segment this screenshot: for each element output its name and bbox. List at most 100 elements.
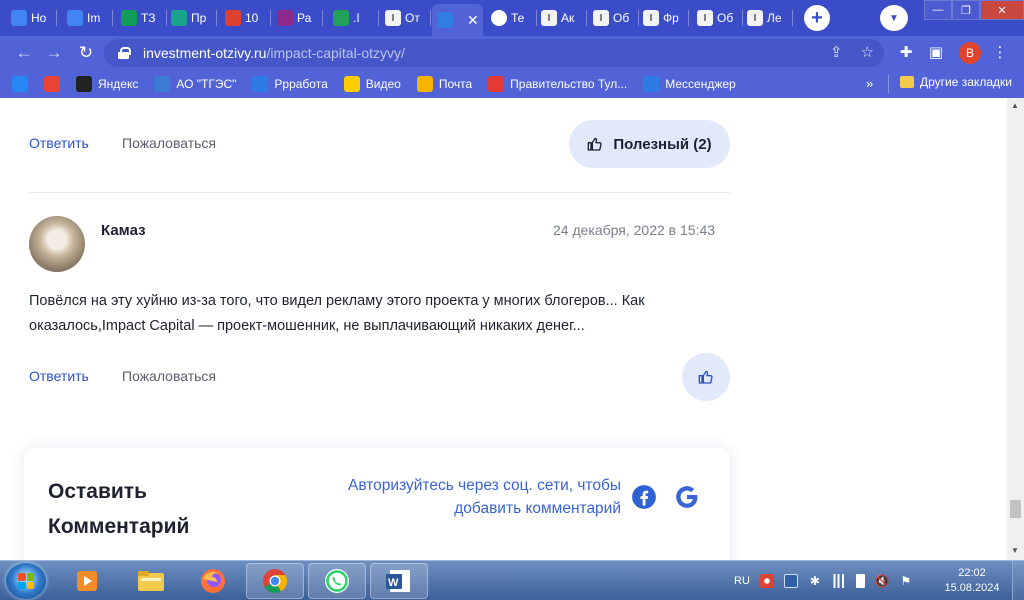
bookmark-label: Мессенджер [665, 77, 736, 91]
scroll-down-icon[interactable]: ▼ [1011, 546, 1019, 555]
back-button[interactable]: ← [14, 43, 34, 63]
m-icon [171, 10, 187, 26]
tab[interactable]: I Об [588, 6, 639, 30]
google-icon[interactable] [674, 484, 700, 510]
action-center-flag-icon[interactable]: ⚑ [899, 574, 913, 588]
bookmark-star-icon[interactable]: ☆ [861, 43, 874, 61]
explorer-icon[interactable] [122, 563, 180, 599]
tab[interactable]: I Фр [638, 6, 689, 30]
tab-label: Об [613, 11, 630, 25]
tab-separator [430, 10, 431, 26]
complain-link[interactable]: Пожаловаться [122, 135, 216, 151]
i-icon: I [541, 10, 557, 26]
word-icon[interactable]: W [370, 563, 428, 599]
tab[interactable]: I Об [692, 6, 743, 30]
bookmarks-overflow-button[interactable]: » [866, 76, 873, 91]
profile-avatar[interactable]: B [959, 42, 981, 64]
tab[interactable]: ТЗ [116, 6, 167, 30]
extensions-icon[interactable]: ✚ [896, 43, 916, 63]
scrollbar-thumb[interactable] [1010, 500, 1021, 518]
useful-button[interactable]: Полезный (2) [569, 120, 730, 168]
bookmark-item[interactable]: Мессенджер [643, 76, 736, 92]
firefox-icon[interactable] [184, 563, 242, 599]
bluetooth-icon[interactable]: ✱ [808, 574, 822, 588]
tab[interactable]: ✕ [432, 4, 483, 36]
tab-label: Im [87, 11, 101, 25]
tab[interactable]: 10 [220, 6, 271, 30]
tab[interactable]: Пр [166, 6, 217, 30]
url-path: /impact-capital-otzyvy/ [266, 45, 405, 61]
clock-time: 22:02 [958, 567, 986, 579]
tab-label: Ак [561, 11, 575, 25]
other-bookmarks-button[interactable]: Другие закладки [900, 75, 1012, 89]
bookmark-label: Ррработа [274, 77, 328, 91]
lock-icon[interactable] [118, 47, 131, 59]
reply-link[interactable]: Ответить [29, 135, 89, 151]
bookmark-item[interactable] [12, 76, 28, 92]
menu-icon[interactable]: ⋮ [990, 43, 1010, 63]
scroll-up-icon[interactable]: ▲ [1011, 101, 1019, 110]
page-scrollbar[interactable]: ▲ ▼ [1007, 98, 1024, 560]
new-tab-button[interactable]: + [804, 5, 830, 31]
chat-icon [252, 76, 269, 92]
thumbs-up-icon [588, 137, 602, 151]
play-icon [343, 76, 360, 92]
battery-icon[interactable] [855, 574, 865, 588]
i-icon: I [593, 10, 609, 26]
tab[interactable]: I От [380, 6, 431, 30]
social-auth-line: Авторизуйтесь через соц. сети, чтобы [348, 477, 621, 494]
bookmark-item[interactable]: Яндекс [76, 76, 138, 92]
minimize-button[interactable]: — [924, 0, 952, 20]
comment-text: Повёлся на эту хуйню из-за того, что вид… [29, 289, 729, 339]
tab[interactable]: I Ле [742, 6, 793, 30]
language-indicator[interactable]: RU [734, 575, 750, 587]
bookmark-item[interactable]: Видео [343, 76, 401, 92]
like-button[interactable] [682, 353, 730, 401]
close-tab-icon[interactable]: ✕ [467, 12, 479, 29]
chrome-icon[interactable] [246, 563, 304, 599]
clock[interactable]: 22:02 15.08.2024 [942, 566, 1002, 596]
gmail-icon [44, 76, 60, 92]
complain-link[interactable]: Пожаловаться [122, 368, 216, 384]
bookmark-item[interactable]: Ррработа [252, 76, 328, 92]
bookmark-item[interactable] [44, 76, 60, 92]
leave-comment-title-line: Оставить [48, 480, 147, 503]
restore-button[interactable]: ❐ [952, 0, 980, 20]
facebook-icon[interactable] [631, 484, 657, 510]
reload-button[interactable]: ↻ [76, 43, 96, 63]
avatar [29, 216, 85, 272]
start-button[interactable] [6, 563, 46, 599]
network-adapter-icon[interactable] [783, 574, 798, 588]
tab-label: Но [31, 11, 47, 25]
media-player-icon[interactable] [58, 563, 116, 599]
leave-comment-title: Оставить Комментарий [48, 474, 248, 544]
chrome-tray-icon[interactable] [759, 574, 774, 588]
tab-search-button[interactable]: ▼ [880, 5, 908, 31]
address-bar[interactable]: investment-otzivy.ru/impact-capital-otzy… [104, 39, 884, 67]
tab-separator [586, 10, 587, 26]
show-desktop-button[interactable] [1012, 561, 1024, 600]
tab[interactable]: Но [6, 6, 57, 30]
side-panel-icon[interactable]: ▣ [926, 43, 946, 63]
bookmark-item[interactable]: Почта [416, 76, 473, 92]
tab[interactable]: I Ак [536, 6, 587, 30]
reply-link[interactable]: Ответить [29, 368, 89, 384]
share-icon[interactable]: ⇪ [830, 43, 843, 61]
c-icon [225, 10, 241, 26]
tab[interactable]: Ра [272, 6, 323, 30]
close-window-button[interactable]: ✕ [980, 0, 1024, 20]
whatsapp-icon[interactable] [308, 563, 366, 599]
bookmark-label: Почта [438, 77, 473, 91]
comment-text-line: Повёлся на эту хуйню из-за того, что вид… [29, 293, 645, 309]
thumbs-up-icon [698, 370, 713, 384]
tab[interactable]: Im [62, 6, 113, 30]
social-auth-prompt[interactable]: Авторизуйтесь через соц. сети, чтобы доб… [274, 474, 621, 520]
bookmark-item[interactable]: АО "ТГЭС" [154, 76, 236, 92]
bookmark-item[interactable]: Правительство Тул... [488, 76, 627, 92]
dots-icon [333, 10, 349, 26]
volume-muted-icon[interactable]: 🔇 [875, 574, 890, 588]
tab[interactable]: Те [486, 6, 537, 30]
signal-icon[interactable] [831, 574, 846, 588]
forward-button[interactable]: → [44, 43, 64, 63]
tab[interactable]: .I [328, 6, 379, 30]
